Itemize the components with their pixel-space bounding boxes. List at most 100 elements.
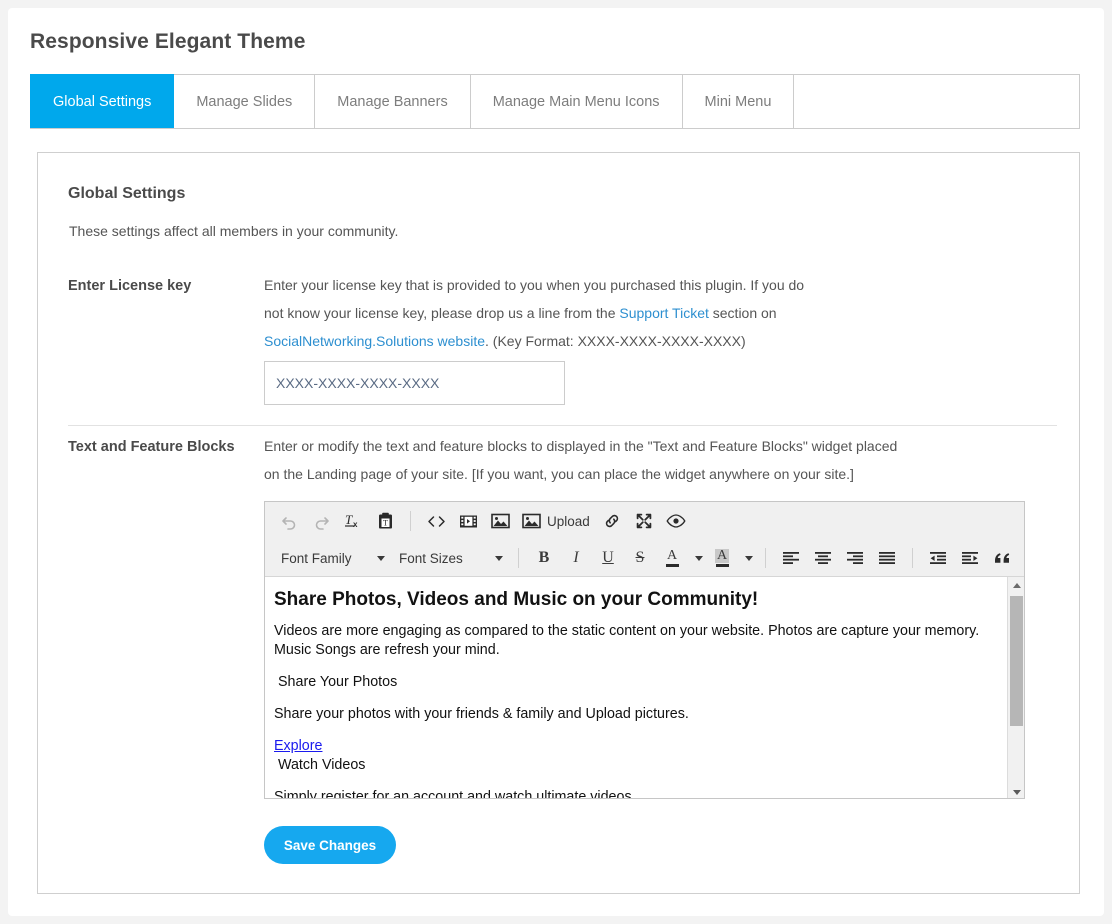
underline-button[interactable]: U bbox=[592, 544, 624, 572]
page-container: Responsive Elegant Theme Global Settings… bbox=[8, 8, 1104, 916]
blocks-help-line-2: on the Landing page of your site. [If yo… bbox=[264, 466, 854, 482]
page-title: Responsive Elegant Theme bbox=[30, 30, 306, 53]
explore-link[interactable]: Explore bbox=[274, 738, 322, 754]
row-divider bbox=[68, 425, 1057, 426]
insert-image-icon[interactable] bbox=[484, 507, 516, 535]
editor-content-area[interactable]: Share Photos, Videos and Music on your C… bbox=[265, 577, 1024, 799]
font-family-select[interactable]: Font Family bbox=[273, 545, 391, 571]
text-feature-blocks-help: Enter or modify the text and feature blo… bbox=[264, 432, 1064, 488]
license-help-text-3b: . (Key Format: XXXX-XXXX-XXXX-XXXX) bbox=[485, 333, 746, 349]
scroll-up-icon[interactable] bbox=[1008, 577, 1024, 594]
svg-text:x: x bbox=[353, 520, 358, 529]
undo-icon[interactable] bbox=[273, 507, 305, 535]
chevron-down-icon bbox=[377, 555, 385, 561]
license-help-line-1: Enter your license key that is provided … bbox=[264, 277, 805, 293]
editor-paragraph-1: Videos are more engaging as compared to … bbox=[274, 623, 980, 658]
text-feature-blocks-label: Text and Feature Blocks bbox=[68, 439, 235, 455]
strikethrough-button[interactable]: S bbox=[624, 544, 656, 572]
editor-scrollbar[interactable] bbox=[1007, 577, 1024, 798]
svg-text:T: T bbox=[383, 519, 388, 528]
align-right-icon[interactable] bbox=[839, 544, 871, 572]
bold-button[interactable]: B bbox=[528, 544, 560, 572]
insert-link-icon[interactable] bbox=[596, 507, 628, 535]
tab-bar: Global Settings Manage Slides Manage Ban… bbox=[30, 74, 1080, 129]
upload-label: Upload bbox=[547, 513, 590, 529]
tab-manage-slides[interactable]: Manage Slides bbox=[174, 74, 316, 128]
tab-label: Mini Menu bbox=[704, 93, 772, 110]
settings-panel: Global Settings These settings affect al… bbox=[37, 152, 1080, 894]
align-center-icon[interactable] bbox=[807, 544, 839, 572]
editor-content[interactable]: Share Photos, Videos and Music on your C… bbox=[265, 577, 1000, 799]
tab-label: Manage Main Menu Icons bbox=[492, 93, 660, 110]
upload-icon[interactable]: Upload bbox=[516, 507, 596, 535]
background-color-swatch bbox=[715, 564, 729, 567]
fullscreen-icon[interactable] bbox=[628, 507, 660, 535]
svg-text:T: T bbox=[345, 512, 353, 527]
font-sizes-select[interactable]: Font Sizes bbox=[391, 545, 509, 571]
background-color-glyph: A bbox=[714, 548, 730, 563]
align-left-icon[interactable] bbox=[775, 544, 807, 572]
support-ticket-link[interactable]: Support Ticket bbox=[619, 305, 709, 321]
outdent-icon[interactable] bbox=[922, 544, 954, 572]
license-help-line-3: SocialNetworking.Solutions website. (Key… bbox=[264, 327, 1054, 355]
editor-paragraph-3: Simply register for an account and watch… bbox=[274, 789, 636, 799]
indent-icon[interactable] bbox=[954, 544, 986, 572]
font-sizes-label: Font Sizes bbox=[399, 550, 463, 566]
editor-toolbar: T x T Upload Font Family Font Sizes B I … bbox=[265, 502, 1024, 577]
redo-icon[interactable] bbox=[305, 507, 337, 535]
text-color-swatch bbox=[665, 564, 679, 567]
editor-toolbar-row-1: T x T Upload bbox=[265, 502, 1024, 540]
rich-text-editor: T x T Upload Font Family Font Sizes B I … bbox=[264, 501, 1025, 799]
editor-subheading-2: Watch Videos bbox=[278, 757, 366, 773]
license-key-input[interactable] bbox=[264, 361, 565, 405]
toolbar-separator bbox=[410, 511, 411, 531]
section-title: Global Settings bbox=[68, 185, 186, 202]
tab-manage-main-menu-icons[interactable]: Manage Main Menu Icons bbox=[470, 74, 683, 128]
preview-icon[interactable] bbox=[660, 507, 692, 535]
license-key-help: Enter your license key that is provided … bbox=[264, 271, 1054, 355]
italic-button[interactable]: I bbox=[560, 544, 592, 572]
remove-format-icon[interactable]: T x bbox=[337, 507, 369, 535]
chevron-down-icon bbox=[495, 555, 503, 561]
insert-video-icon[interactable] bbox=[452, 507, 484, 535]
license-help-text-2b: section on bbox=[708, 305, 777, 321]
editor-paragraph-2: Share your photos with your friends & fa… bbox=[274, 706, 689, 722]
editor-subheading-1: Share Your Photos bbox=[278, 674, 398, 690]
tab-manage-banners[interactable]: Manage Banners bbox=[315, 74, 471, 128]
toolbar-separator bbox=[765, 548, 766, 568]
paste-text-icon[interactable]: T bbox=[369, 507, 401, 535]
blockquote-icon[interactable] bbox=[986, 544, 1018, 572]
scroll-down-icon[interactable] bbox=[1008, 784, 1024, 798]
socialnetworking-solutions-link[interactable]: SocialNetworking.Solutions website bbox=[264, 333, 485, 349]
tab-label: Manage Banners bbox=[337, 93, 448, 110]
text-color-button[interactable]: A bbox=[656, 544, 688, 572]
editor-heading: Share Photos, Videos and Music on your C… bbox=[274, 589, 759, 610]
align-justify-icon[interactable] bbox=[871, 544, 903, 572]
blocks-help-line-1: Enter or modify the text and feature blo… bbox=[264, 438, 898, 454]
source-code-icon[interactable] bbox=[420, 507, 452, 535]
background-color-dropdown[interactable] bbox=[738, 544, 756, 572]
license-help-text-2a: not know your license key, please drop u… bbox=[264, 305, 620, 321]
tab-label: Global Settings bbox=[53, 93, 152, 110]
tab-mini-menu[interactable]: Mini Menu bbox=[682, 74, 795, 128]
text-color-icon: A bbox=[665, 548, 679, 567]
save-changes-button[interactable]: Save Changes bbox=[264, 826, 396, 864]
italic-glyph: I bbox=[573, 549, 579, 566]
strikethrough-glyph: S bbox=[635, 549, 645, 566]
font-family-label: Font Family bbox=[281, 550, 352, 566]
background-color-icon: A bbox=[714, 548, 730, 567]
scrollbar-thumb[interactable] bbox=[1010, 596, 1023, 726]
chevron-down-icon bbox=[745, 555, 753, 561]
editor-explore-link-line: Explore bbox=[274, 737, 986, 756]
bold-glyph: B bbox=[538, 549, 550, 566]
toolbar-separator bbox=[912, 548, 913, 568]
editor-toolbar-row-2: Font Family Font Sizes B I U S A A bbox=[265, 540, 1024, 576]
text-color-glyph: A bbox=[666, 548, 678, 563]
background-color-button[interactable]: A bbox=[706, 544, 738, 572]
license-help-line-2: not know your license key, please drop u… bbox=[264, 299, 1054, 327]
toolbar-separator bbox=[518, 548, 519, 568]
tab-global-settings[interactable]: Global Settings bbox=[30, 74, 175, 128]
license-key-label: Enter License key bbox=[68, 278, 192, 294]
underline-glyph: U bbox=[602, 549, 614, 566]
text-color-dropdown[interactable] bbox=[688, 544, 706, 572]
